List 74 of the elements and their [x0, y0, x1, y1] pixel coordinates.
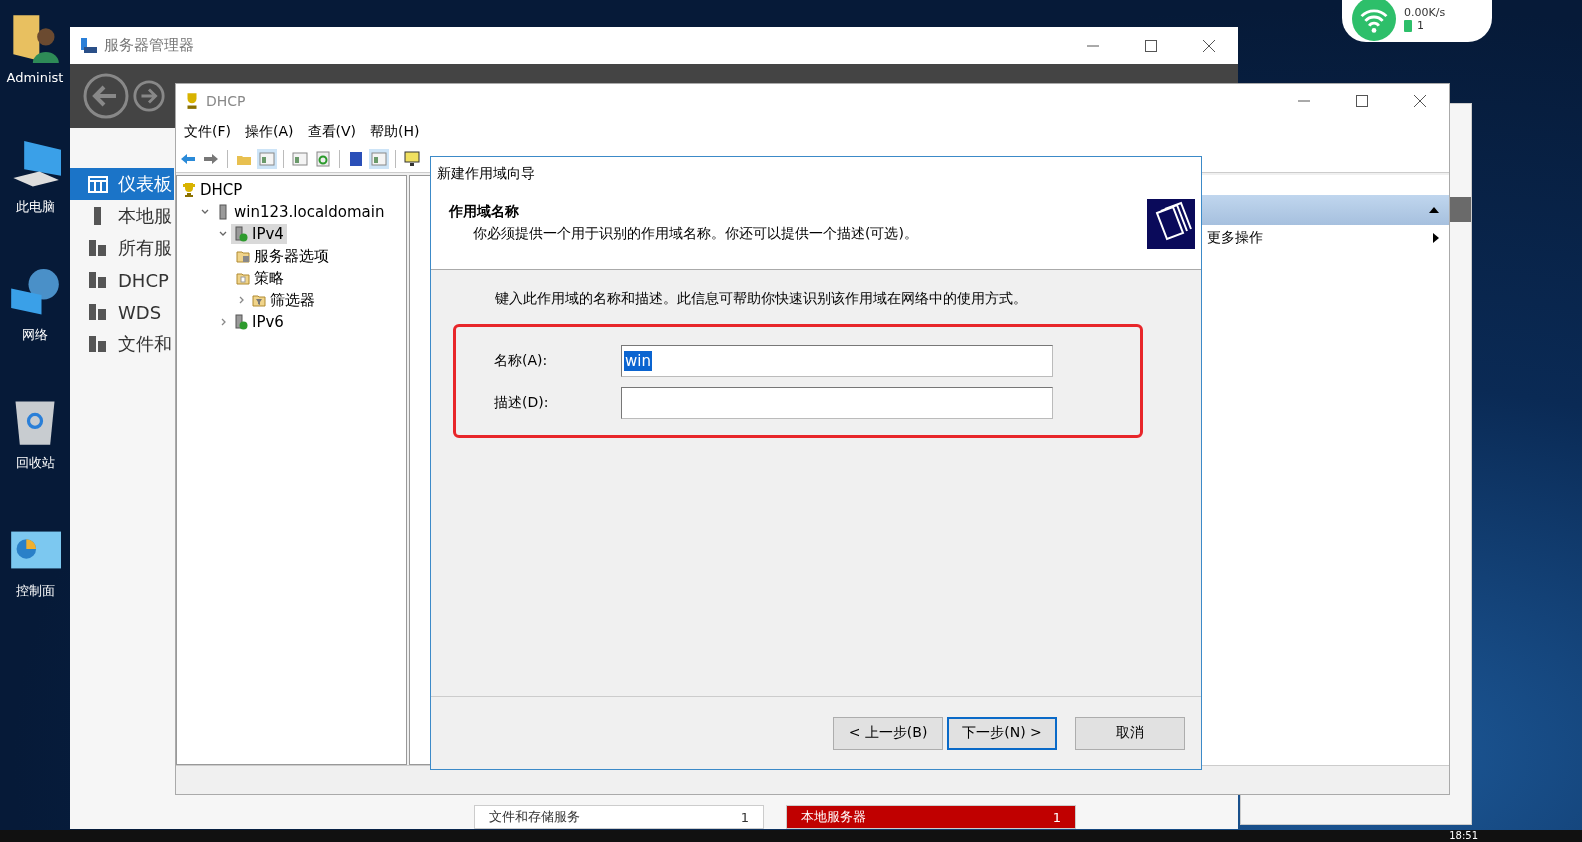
grid-icon	[88, 174, 108, 194]
menu-item[interactable]: 帮助(H)	[364, 123, 426, 141]
folder-icon	[236, 270, 250, 286]
desktop-icon-label: 此电脑	[15, 198, 55, 216]
desktop-icon-label: 回收站	[15, 454, 55, 472]
trophy-icon	[182, 182, 196, 198]
caret-up-icon[interactable]	[1429, 207, 1439, 213]
field-value: win	[624, 351, 652, 371]
server-icon	[88, 302, 108, 322]
tile-title: 文件和存储服务	[489, 808, 580, 826]
folder-funnel-icon	[252, 292, 266, 308]
window-pane-icon[interactable]	[290, 149, 310, 169]
menu-item[interactable]: 操作(A)	[239, 123, 300, 141]
forward-button[interactable]	[132, 79, 166, 113]
folders-icon	[1147, 199, 1195, 249]
monitor-icon[interactable]	[402, 149, 422, 169]
wizard-button[interactable]: 取消	[1075, 716, 1185, 750]
refresh-icon[interactable]	[313, 149, 333, 169]
menu-item[interactable]: 文件(F)	[178, 123, 237, 141]
sidebar-item[interactable]: 文件和	[70, 328, 174, 360]
tree-item[interactable]: IPv4	[231, 224, 287, 244]
tree-item[interactable]: 服务器选项	[233, 245, 332, 267]
page-heading: 作用域名称	[449, 203, 520, 221]
server-icon	[88, 270, 108, 290]
window-title: DHCP	[206, 93, 246, 109]
caret-right-icon	[1433, 233, 1439, 243]
desktop-icon-label: 控制面	[15, 582, 55, 600]
window-pane-icon[interactable]	[369, 149, 389, 169]
tile-title: 本地服务器	[801, 808, 866, 826]
sidebar-item[interactable]: WDS	[70, 296, 174, 328]
server-check-icon	[234, 314, 248, 330]
role-tile[interactable]: 本地服务器 1	[786, 805, 1076, 829]
server-icon	[216, 204, 230, 220]
dialog-title: 新建作用域向导	[431, 157, 1201, 191]
back-button[interactable]	[82, 72, 130, 120]
wizard-button[interactable]: < 上一步(B)	[833, 716, 943, 750]
sidebar-item[interactable]: 仪表板	[70, 168, 174, 200]
server-manager-icon	[80, 36, 98, 55]
close-button[interactable]	[1414, 95, 1426, 107]
close-button[interactable]	[1203, 39, 1215, 52]
tile-count: 1	[740, 809, 749, 825]
server-icon	[88, 238, 108, 258]
network-speed: 0.00K/s	[1404, 6, 1446, 19]
maximize-button[interactable]	[1145, 39, 1157, 52]
maximize-button[interactable]	[1356, 95, 1368, 107]
desktop-icon-label: Administ	[6, 70, 64, 85]
sidebar-item[interactable]: DHCP	[70, 264, 174, 296]
wizard-button[interactable]: 下一步(N) >	[947, 716, 1057, 750]
clock: 18:51	[1449, 830, 1478, 842]
tree-item[interactable]: 筛选器	[249, 289, 318, 311]
text-field[interactable]: win	[621, 345, 1053, 377]
tree-item[interactable]: 策略	[233, 267, 287, 289]
server-icon	[88, 334, 108, 354]
page-description: 你必须提供一个用于识别的作用域名称。你还可以提供一个描述(可选)。	[472, 225, 918, 243]
folder-icon	[236, 248, 250, 264]
tree-item[interactable]: DHCP	[179, 180, 246, 200]
text-field[interactable]	[621, 387, 1053, 419]
field-label: 描述(D):	[493, 394, 550, 412]
sidebar-item[interactable]: 所有服	[70, 232, 174, 264]
action-item[interactable]: 更多操作	[1199, 225, 1449, 251]
field-label: 名称(A):	[493, 352, 549, 370]
tree-item[interactable]: IPv6	[231, 312, 287, 332]
instruction-text: 键入此作用域的名称和描述。此信息可帮助你快速识别该作用域在网络中的使用方式。	[495, 290, 1028, 308]
server-check-icon	[234, 226, 248, 242]
role-tile[interactable]: 文件和存储服务 1	[474, 805, 764, 829]
window-title: 服务器管理器	[104, 36, 194, 55]
tree-item[interactable]: win123.localdomain	[213, 202, 388, 222]
window-pane-icon[interactable]	[257, 149, 277, 169]
sidebar-item[interactable]: 本地服	[70, 200, 174, 232]
tile-count: 1	[1052, 809, 1061, 825]
menu-item[interactable]: 查看(V)	[301, 123, 362, 141]
phone-icon	[1404, 19, 1412, 32]
desktop-icon-label: 网络	[22, 326, 48, 344]
device-count: 1	[1417, 19, 1424, 32]
